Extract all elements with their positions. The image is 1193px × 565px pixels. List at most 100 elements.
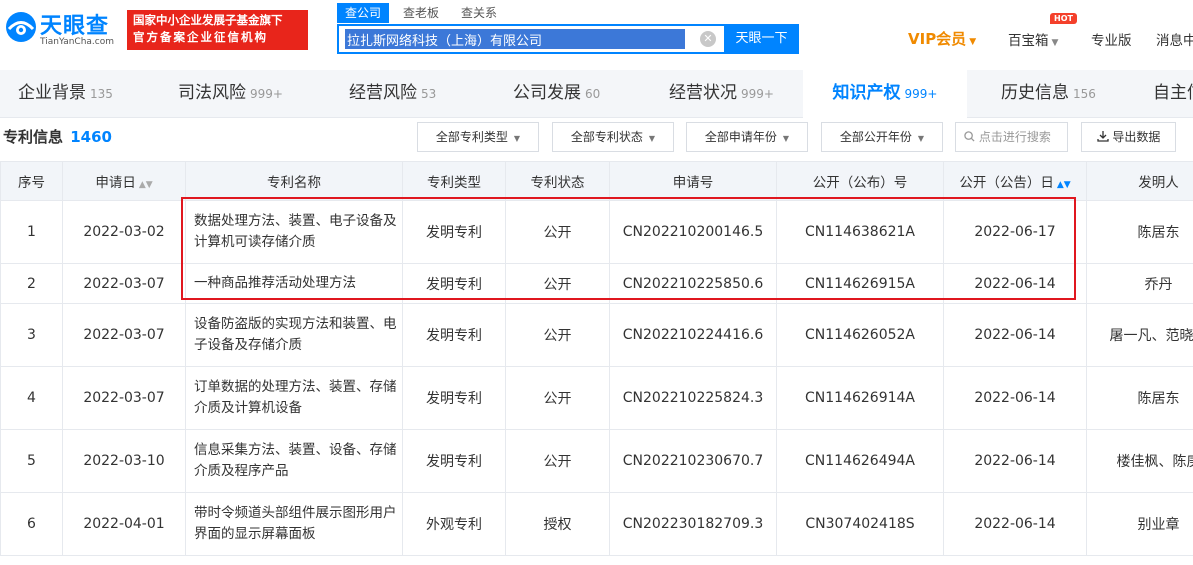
- tab-search-boss[interactable]: 查老板: [395, 3, 447, 23]
- tab-count: 999+: [250, 87, 283, 101]
- table-search-box[interactable]: 点击进行搜索: [955, 122, 1068, 152]
- cell-application-number: CN202210225850.6: [609, 263, 777, 304]
- tab-history[interactable]: 历史信息 156: [1001, 70, 1096, 118]
- cell-publication-number: CN114626494A: [776, 429, 944, 493]
- cell-patent-type: 发明专利: [402, 429, 506, 493]
- search-placeholder: 点击进行搜索: [978, 130, 1051, 144]
- tab-count: 60: [585, 87, 601, 101]
- tab-operating-risk[interactable]: 经营风险 53: [349, 70, 436, 118]
- tab-count: 53: [421, 87, 437, 101]
- cell-application-number: CN202210230670.7: [609, 429, 777, 493]
- table-row[interactable]: 1 2022-03-02 数据处理方法、装置、电子设备及计算机可读存储介质 发明…: [0, 200, 1193, 264]
- cell-publication-number: CN114626915A: [776, 263, 944, 304]
- tab-business-status[interactable]: 经营状况 999+: [669, 70, 774, 118]
- vip-member-link[interactable]: VIP会员 ▼: [908, 28, 976, 49]
- cell-patent-name[interactable]: 数据处理方法、装置、电子设备及计算机可读存储介质: [185, 200, 403, 264]
- filter-application-year[interactable]: 全部申请年份 ▼: [686, 122, 808, 152]
- sort-icon: ▲▼: [1056, 180, 1071, 190]
- cell-patent-name[interactable]: 设备防盗版的实现方法和装置、电子设备及存储介质: [185, 303, 403, 367]
- table-row[interactable]: 2 2022-03-07 一种商品推荐活动处理方法 发明专利 公开 CN2022…: [0, 263, 1193, 304]
- banner-line-1: 国家中小企业发展子基金旗下: [133, 13, 283, 27]
- tab-search-relation[interactable]: 查关系: [453, 3, 505, 23]
- cell-publication-date: 2022-06-14: [943, 492, 1087, 556]
- tab-label: 经营状况: [669, 83, 737, 103]
- cell-index: 4: [0, 366, 63, 430]
- tab-search-company[interactable]: 查公司: [337, 3, 390, 23]
- cell-inventor[interactable]: 乔丹: [1086, 263, 1193, 304]
- cell-inventor[interactable]: 陈居东: [1086, 200, 1193, 264]
- cell-patent-name[interactable]: 订单数据的处理方法、装置、存储介质及计算机设备: [185, 366, 403, 430]
- table-row[interactable]: 6 2022-04-01 带时令频道头部组件展示图形用户界面的显示屏幕面板 外观…: [0, 492, 1193, 556]
- table-row[interactable]: 3 2022-03-07 设备防盗版的实现方法和装置、电子设备及存储介质 发明专…: [0, 303, 1193, 367]
- cell-publication-date: 2022-06-14: [943, 303, 1087, 367]
- tab-judicial-risk[interactable]: 司法风险 999+: [178, 70, 283, 118]
- cell-publication-number: CN307402418S: [776, 492, 944, 556]
- cell-application-number: CN202210200146.5: [609, 200, 777, 264]
- search-button[interactable]: 天眼一下: [724, 24, 799, 54]
- col-header-publication-date[interactable]: 公开（公告）日 ▲▼: [943, 161, 1087, 201]
- chevron-down-icon: ▼: [513, 134, 521, 143]
- tab-company-background[interactable]: 企业背景 135: [18, 70, 113, 118]
- pro-version-link[interactable]: 专业版: [1091, 29, 1132, 49]
- cell-inventor[interactable]: 陈居东: [1086, 366, 1193, 430]
- section-title-text: 专利信息: [3, 128, 64, 146]
- cell-patent-name[interactable]: 带时令频道头部组件展示图形用户界面的显示屏幕面板: [185, 492, 403, 556]
- tab-label: 经营风险: [349, 83, 417, 103]
- tab-count: 156: [1073, 87, 1096, 101]
- filter-publication-year[interactable]: 全部公开年份 ▼: [821, 122, 943, 152]
- tab-self-info[interactable]: 自主信: [1153, 70, 1193, 118]
- cell-application-number: CN202210225824.3: [609, 366, 777, 430]
- chevron-down-icon: ▼: [917, 134, 925, 143]
- tab-label: 历史信息: [1001, 83, 1069, 103]
- search-icon: [964, 131, 975, 142]
- cell-application-number: CN202210224416.6: [609, 303, 777, 367]
- category-tabs: 企业背景 135 司法风险 999+ 经营风险 53 公司发展 60 经营状况 999+ …: [0, 70, 1193, 118]
- col-header-patent-name: 专利名称: [185, 161, 403, 201]
- table-row[interactable]: 5 2022-03-10 信息采集方法、装置、设备、存储介质及程序产品 发明专利…: [0, 429, 1193, 493]
- treasure-box-link[interactable]: 百宝箱 ▼: [1008, 29, 1058, 49]
- cell-application-date: 2022-03-10: [62, 429, 186, 493]
- export-label: 导出数据: [1112, 130, 1161, 144]
- logo-eye-icon: [6, 12, 36, 42]
- tab-company-development[interactable]: 公司发展 60: [513, 70, 600, 118]
- tab-intellectual-property[interactable]: 知识产权 999+: [803, 70, 967, 118]
- cell-inventor[interactable]: 楼佳枫、陈庚: [1086, 429, 1193, 493]
- cell-patent-name[interactable]: 一种商品推荐活动处理方法: [185, 263, 403, 304]
- cell-patent-type: 发明专利: [402, 200, 506, 264]
- certification-banner[interactable]: 国家中小企业发展子基金旗下 官方备案企业征信机构: [127, 10, 308, 50]
- cell-publication-number: CN114626914A: [776, 366, 944, 430]
- cell-application-date: 2022-04-01: [62, 492, 186, 556]
- cell-patent-name[interactable]: 信息采集方法、装置、设备、存储介质及程序产品: [185, 429, 403, 493]
- cell-inventor[interactable]: 别业章: [1086, 492, 1193, 556]
- search-box: ✕: [337, 24, 724, 54]
- filter-patent-type[interactable]: 全部专利类型 ▼: [417, 122, 539, 152]
- col-header-application-date[interactable]: 申请日 ▲▼: [62, 161, 186, 201]
- cell-patent-status: 公开: [505, 263, 610, 304]
- col-header-index: 序号: [0, 161, 63, 201]
- cell-index: 5: [0, 429, 63, 493]
- col-header-patent-type: 专利类型: [402, 161, 506, 201]
- sort-icon: ▲▼: [138, 180, 153, 190]
- messages-link[interactable]: 消息中: [1156, 29, 1193, 49]
- logo[interactable]: 天眼查 TianYanCha.com: [4, 8, 122, 50]
- cell-inventor[interactable]: 屠一凡、范晓锦: [1086, 303, 1193, 367]
- filter-patent-status[interactable]: 全部专利状态 ▼: [552, 122, 674, 152]
- cell-publication-date: 2022-06-14: [943, 263, 1087, 304]
- cell-index: 3: [0, 303, 63, 367]
- tab-label: 司法风险: [178, 83, 246, 103]
- filter-label: 全部专利状态: [570, 130, 643, 144]
- cell-patent-status: 公开: [505, 366, 610, 430]
- cell-publication-number: CN114638621A: [776, 200, 944, 264]
- patent-count: 1460: [70, 128, 112, 146]
- vip-label: VIP会员: [908, 30, 967, 48]
- col-header-publication-number: 公开（公布）号: [776, 161, 944, 201]
- cell-patent-type: 发明专利: [402, 263, 506, 304]
- export-button[interactable]: 导出数据: [1081, 122, 1176, 152]
- cell-publication-number: CN114626052A: [776, 303, 944, 367]
- chevron-down-icon: ▼: [1051, 38, 1059, 48]
- clear-icon[interactable]: ✕: [700, 31, 716, 47]
- table-row[interactable]: 4 2022-03-07 订单数据的处理方法、装置、存储介质及计算机设备 发明专…: [0, 366, 1193, 430]
- cell-publication-date: 2022-06-14: [943, 429, 1087, 493]
- search-input[interactable]: [345, 29, 685, 49]
- cell-index: 2: [0, 263, 63, 304]
